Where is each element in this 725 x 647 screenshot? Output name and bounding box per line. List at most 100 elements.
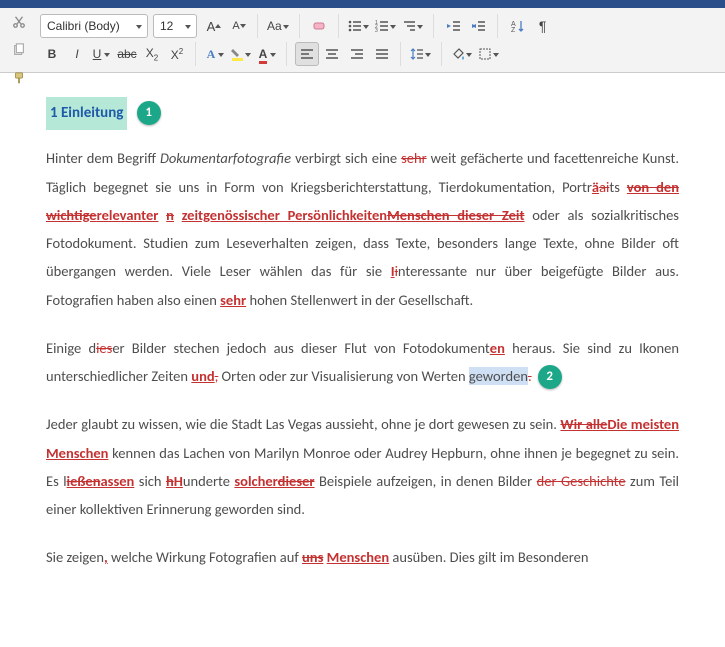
clear-formatting-button[interactable] <box>308 14 332 38</box>
deleted-underline-text: ießen <box>67 472 101 490</box>
inserted-text: und <box>191 367 214 385</box>
deleted-underline-text: dieser <box>278 472 315 490</box>
decrease-font-button[interactable]: A <box>227 14 251 38</box>
deleted-underline-text: uns <box>302 548 323 566</box>
shading-button[interactable] <box>450 42 476 66</box>
case-group: Aa <box>266 14 300 38</box>
align-left-icon <box>300 48 314 60</box>
annotation-badge-1: 1 <box>137 101 161 125</box>
text-format-group: B I U abc X2 X2 <box>40 42 196 66</box>
deleted-text: sehr <box>401 149 427 167</box>
decrease-indent-button[interactable] <box>442 14 466 38</box>
inserted-text: zeitgenössischer Persönlichkeiten <box>182 206 387 224</box>
text: ausüben. Dies gilt im Besonderen <box>389 548 588 566</box>
pilcrow-icon: ¶ <box>539 18 547 34</box>
text: hohen Stellenwert in der Gesellschaft. <box>246 291 473 309</box>
sort-button[interactable]: AZ <box>506 14 530 38</box>
text: Orten oder zur Visualisierung von Werten <box>218 367 469 385</box>
text-italic: Dokumentarfotografie <box>160 149 291 167</box>
align-center-icon <box>325 48 339 60</box>
text: er Bilder stechen jedoch aus dieser Flut… <box>112 339 489 357</box>
svg-text:Z: Z <box>511 27 516 33</box>
caret-down-icon <box>240 23 246 29</box>
window-titlebar <box>0 0 725 8</box>
inserted-text: ä <box>592 178 599 196</box>
heading-1: 1 Einleitung <box>46 97 127 130</box>
align-right-button[interactable] <box>345 42 369 66</box>
text: verbirgt sich eine <box>291 149 401 167</box>
strike-button[interactable]: abc <box>115 42 139 66</box>
font-color-button[interactable]: A <box>256 42 280 66</box>
paragraph-3: Jeder glaubt zu wissen, wie die Stadt La… <box>46 410 679 523</box>
toolbar-row-2: B I U abc X2 X2 A A <box>40 42 719 66</box>
sort-icon: AZ <box>511 19 525 33</box>
annotation-badge-2: 2 <box>538 365 562 389</box>
paragraph-1: Hinter dem Begriff Dokumentarfotografie … <box>46 144 679 314</box>
numbered-list-icon: 123 <box>375 20 389 32</box>
inserted-text: relevanter <box>97 206 159 224</box>
text: Sie zeigen <box>46 548 104 566</box>
deleted-text: . <box>528 367 532 385</box>
italic-button[interactable]: I <box>65 42 89 66</box>
deleted-text: der Geschichte <box>537 472 626 490</box>
justify-button[interactable] <box>370 42 394 66</box>
superscript-button[interactable]: X2 <box>165 42 189 66</box>
align-left-button[interactable] <box>295 42 319 66</box>
highlighted-text: geworden <box>469 367 528 385</box>
multilevel-list-button[interactable] <box>401 14 427 38</box>
deleted-text: ai <box>599 178 609 196</box>
font-effects-group: A A <box>204 42 287 66</box>
font-group: Calibri (Body) 12 A A <box>40 14 258 38</box>
font-size-select[interactable]: 12 <box>153 14 197 38</box>
paragraph-2: Einige dieser Bilder stechen jedoch aus … <box>46 334 679 391</box>
heading-row: 1 Einleitung 1 <box>46 97 679 144</box>
change-case-button[interactable]: Aa <box>266 14 293 38</box>
spacing-group <box>409 42 442 66</box>
text: Hinter dem Begriff <box>46 149 160 167</box>
toolbar: Calibri (Body) 12 A A Aa 123 <box>0 8 725 73</box>
subscript-button[interactable]: X2 <box>140 42 164 66</box>
shading-border-group <box>450 42 509 66</box>
indent-group <box>442 14 498 38</box>
text: Beispiele aufzeigen, in denen Bilder <box>315 472 537 490</box>
bullet-list-button[interactable] <box>347 14 373 38</box>
text: sich <box>134 472 166 490</box>
align-group <box>295 42 401 66</box>
line-spacing-icon <box>410 47 424 61</box>
caret-up-icon <box>215 23 221 29</box>
inserted-text: Menschen <box>327 548 389 566</box>
document-body[interactable]: 1 Einleitung 1 Hinter dem Begriff Dokume… <box>0 73 725 616</box>
deleted-underline-text: Menschen dieser Zeit <box>387 206 524 224</box>
align-right-icon <box>350 48 364 60</box>
paint-bucket-icon <box>451 47 465 61</box>
cut-button[interactable] <box>7 10 31 34</box>
show-paragraph-button[interactable]: ¶ <box>531 14 555 38</box>
deleted-underline-text: h <box>166 472 174 490</box>
toolbar-row-1: Calibri (Body) 12 A A Aa 123 <box>40 14 719 38</box>
line-spacing-button[interactable] <box>409 42 435 66</box>
font-family-value: Calibri (Body) <box>47 19 120 33</box>
justify-icon <box>375 48 389 60</box>
underline-button[interactable]: U <box>90 42 114 66</box>
eraser-icon <box>312 19 328 33</box>
format-painter-button[interactable] <box>7 66 31 90</box>
text: Einige d <box>46 339 96 357</box>
deleted-text: ies <box>96 339 112 357</box>
multilevel-list-icon <box>402 20 416 32</box>
increase-indent-button[interactable] <box>467 14 491 38</box>
highlight-color-button[interactable] <box>229 42 255 66</box>
copy-button[interactable] <box>7 38 31 62</box>
text: welche Wirkung Fotografien auf <box>108 548 302 566</box>
text-effects-button[interactable]: A <box>204 42 228 66</box>
numbered-list-button[interactable]: 123 <box>374 14 400 38</box>
inserted-text: sehr <box>220 291 246 309</box>
increase-font-button[interactable]: A <box>202 14 226 38</box>
borders-button[interactable] <box>477 42 503 66</box>
list-group: 123 <box>347 14 434 38</box>
text: ts <box>609 178 627 196</box>
align-center-button[interactable] <box>320 42 344 66</box>
font-family-select[interactable]: Calibri (Body) <box>40 14 148 38</box>
indent-icon <box>472 20 486 32</box>
outdent-icon <box>447 20 461 32</box>
bold-button[interactable]: B <box>40 42 64 66</box>
